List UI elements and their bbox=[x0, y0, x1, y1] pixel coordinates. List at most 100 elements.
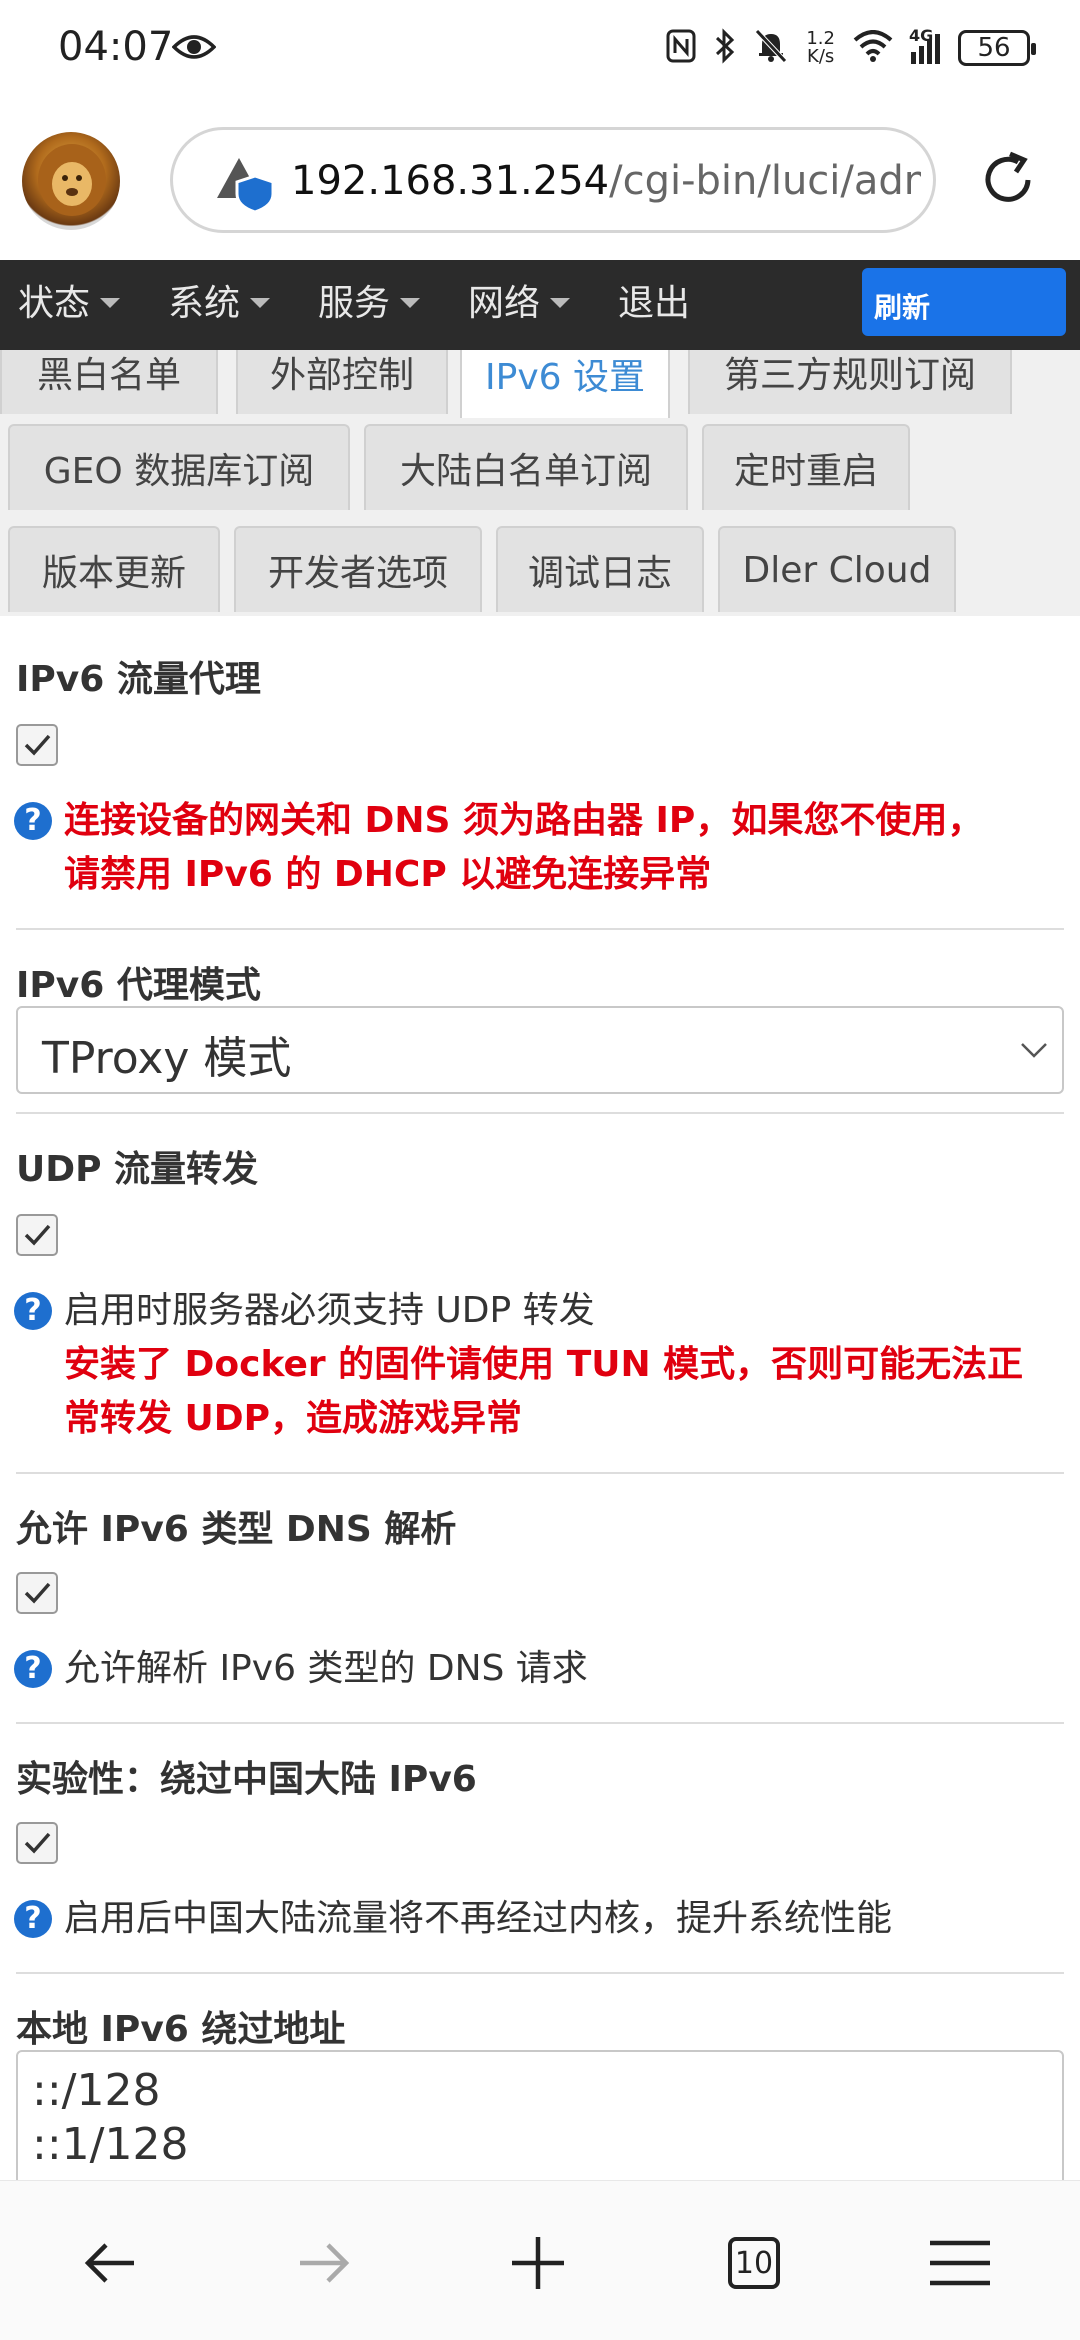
arrow-left-icon bbox=[84, 2243, 134, 2283]
tab-dler-cloud[interactable]: Dler Cloud bbox=[718, 526, 956, 612]
nav-status[interactable]: 状态 bbox=[18, 274, 121, 326]
menu-button[interactable] bbox=[920, 2223, 1000, 2303]
arrow-right-icon bbox=[300, 2243, 350, 2283]
forward-button[interactable] bbox=[284, 2223, 364, 2303]
status-icons: 1.2 K/s 4G 56 bbox=[666, 26, 1036, 68]
tab-bar: 黑白名单 外部控制 IPv6 设置 第三方规则订阅 GEO 数据库订阅 大陆白名… bbox=[0, 350, 1080, 616]
local-bypass-textarea[interactable]: ::/128 ::1/128 ::ffff:0:0/96 bbox=[16, 2050, 1064, 2180]
bypass-cn-title: 实验性：绕过中国大陆 IPv6 bbox=[16, 1759, 477, 1800]
nav-label: 系统 bbox=[168, 283, 241, 324]
nav-label: 网络 bbox=[468, 283, 541, 324]
caret-down-icon bbox=[550, 298, 571, 308]
luci-top-nav: 状态 系统 服务 网络 退出 刷新 bbox=[0, 260, 1080, 350]
mute-icon bbox=[754, 28, 788, 68]
nav-network[interactable]: 网络 bbox=[468, 274, 571, 326]
reload-icon[interactable] bbox=[976, 148, 1040, 216]
nav-label: 状态 bbox=[18, 283, 91, 324]
avatar[interactable] bbox=[22, 132, 120, 230]
insecure-warning-icon[interactable] bbox=[215, 154, 279, 218]
textarea-line: ::ffff:0:0/96 bbox=[32, 2172, 1048, 2180]
ipv6-proxy-warning: 连接设备的网关和 DNS 须为路由器 IP，如果您不使用， 请禁用 IPv6 的… bbox=[64, 794, 983, 902]
local-bypass-title: 本地 IPv6 绕过地址 bbox=[16, 2009, 346, 2050]
ipv6-proxy-checkbox[interactable] bbox=[16, 724, 58, 766]
tab-count: 10 bbox=[728, 2237, 780, 2289]
bluetooth-icon bbox=[714, 28, 736, 68]
description-line: 启用时服务器必须支持 UDP 转发 bbox=[64, 1290, 595, 1331]
help-icon: ? bbox=[14, 1900, 52, 1938]
nav-system[interactable]: 系统 bbox=[168, 274, 271, 326]
refresh-button[interactable]: 刷新 bbox=[862, 268, 1066, 336]
nav-label: 退出 bbox=[618, 283, 691, 324]
ipv6-dns-description: 允许解析 IPv6 类型的 DNS 请求 bbox=[64, 1648, 588, 1689]
settings-form: IPv6 流量代理 ? 连接设备的网关和 DNS 须为路由器 IP，如果您不使用… bbox=[0, 616, 1080, 2180]
caret-down-icon bbox=[250, 298, 271, 308]
browser-bottom-bar: 10 bbox=[0, 2180, 1080, 2340]
tab-debug-log[interactable]: 调试日志 bbox=[496, 526, 704, 612]
check-icon bbox=[24, 734, 51, 756]
proxy-mode-select[interactable]: TProxy 模式 bbox=[16, 1006, 1064, 1094]
signal-icon: 4G bbox=[909, 26, 940, 64]
tab-external-control[interactable]: 外部控制 bbox=[236, 350, 448, 414]
udp-forward-description: 启用时服务器必须支持 UDP 转发 安装了 Docker 的固件请使用 TUN … bbox=[64, 1284, 1023, 1446]
network-type: 4G bbox=[909, 26, 934, 45]
warning-line: 安装了 Docker 的固件请使用 TUN 模式，否则可能无法正 bbox=[64, 1344, 1024, 1385]
divider bbox=[16, 1972, 1064, 1974]
ipv6-proxy-title: IPv6 流量代理 bbox=[16, 659, 261, 700]
warning-line: 常转发 UDP，造成游戏异常 bbox=[64, 1398, 523, 1439]
warning-line: 连接设备的网关和 DNS 须为路由器 IP，如果您不使用， bbox=[64, 800, 984, 841]
speed-unit: K/s bbox=[807, 46, 835, 67]
tab-scheduled-reboot[interactable]: 定时重启 bbox=[702, 424, 910, 510]
bypass-cn-checkbox[interactable] bbox=[16, 1822, 58, 1864]
help-icon: ? bbox=[14, 802, 52, 840]
tab-developer-options[interactable]: 开发者选项 bbox=[234, 526, 482, 612]
network-speed: 1.2 K/s bbox=[806, 30, 835, 66]
clock: 04:07 bbox=[58, 24, 174, 70]
udp-forward-title: UDP 流量转发 bbox=[16, 1149, 259, 1190]
divider bbox=[16, 1722, 1064, 1724]
tab-blacklist[interactable]: 黑白名单 bbox=[0, 350, 218, 414]
ipv6-dns-checkbox[interactable] bbox=[16, 1572, 58, 1614]
nav-services[interactable]: 服务 bbox=[318, 274, 421, 326]
tabs-button[interactable]: 10 bbox=[714, 2223, 794, 2303]
divider bbox=[16, 928, 1064, 930]
nav-logout[interactable]: 退出 bbox=[618, 274, 690, 326]
nfc-icon bbox=[666, 29, 696, 67]
browser-toolbar: 192.168.31.254/cgi-bin/luci/adm bbox=[0, 100, 1080, 260]
divider bbox=[16, 1112, 1064, 1114]
chevron-down-icon bbox=[1020, 1042, 1048, 1062]
tab-third-party-rules[interactable]: 第三方规则订阅 bbox=[688, 350, 1012, 414]
tab-version-update[interactable]: 版本更新 bbox=[8, 526, 220, 612]
divider bbox=[16, 1472, 1064, 1474]
battery-icon: 56 bbox=[958, 30, 1036, 66]
proxy-mode-title: IPv6 代理模式 bbox=[16, 965, 261, 1006]
warning-line: 请禁用 IPv6 的 DHCP 以避免连接异常 bbox=[64, 854, 712, 895]
caret-down-icon bbox=[100, 298, 121, 308]
tab-china-whitelist[interactable]: 大陆白名单订阅 bbox=[364, 424, 688, 510]
check-icon bbox=[24, 1224, 51, 1246]
address-bar[interactable]: 192.168.31.254/cgi-bin/luci/adm bbox=[170, 127, 936, 233]
nav-label: 服务 bbox=[318, 283, 391, 324]
tab-ipv6-settings[interactable]: IPv6 设置 bbox=[460, 350, 670, 418]
url-host: 192.168.31.254 bbox=[291, 158, 610, 204]
new-tab-button[interactable] bbox=[498, 2223, 578, 2303]
hamburger-menu-icon bbox=[930, 2240, 990, 2286]
tab-geo-database[interactable]: GEO 数据库订阅 bbox=[8, 424, 350, 510]
help-icon: ? bbox=[14, 1650, 52, 1688]
check-icon bbox=[24, 1582, 51, 1604]
url-text[interactable]: 192.168.31.254/cgi-bin/luci/adm bbox=[291, 158, 921, 204]
check-icon bbox=[24, 1832, 51, 1854]
eye-icon bbox=[171, 32, 217, 66]
textarea-line: ::1/128 bbox=[32, 2119, 189, 2170]
textarea-line: ::/128 bbox=[32, 2065, 161, 2116]
url-path: /cgi-bin/luci/adm bbox=[609, 158, 921, 204]
wifi-icon bbox=[853, 30, 893, 66]
udp-forward-checkbox[interactable] bbox=[16, 1214, 58, 1256]
plus-icon bbox=[512, 2237, 564, 2289]
caret-down-icon bbox=[400, 298, 421, 308]
back-button[interactable] bbox=[70, 2223, 150, 2303]
ipv6-dns-title: 允许 IPv6 类型 DNS 解析 bbox=[16, 1509, 457, 1550]
status-bar: 04:07 1.2 K/s 4G 56 bbox=[0, 0, 1080, 100]
bypass-cn-description: 启用后中国大陆流量将不再经过内核，提升系统性能 bbox=[64, 1898, 893, 1939]
proxy-mode-value: TProxy 模式 bbox=[42, 1033, 292, 1084]
help-icon: ? bbox=[14, 1292, 52, 1330]
